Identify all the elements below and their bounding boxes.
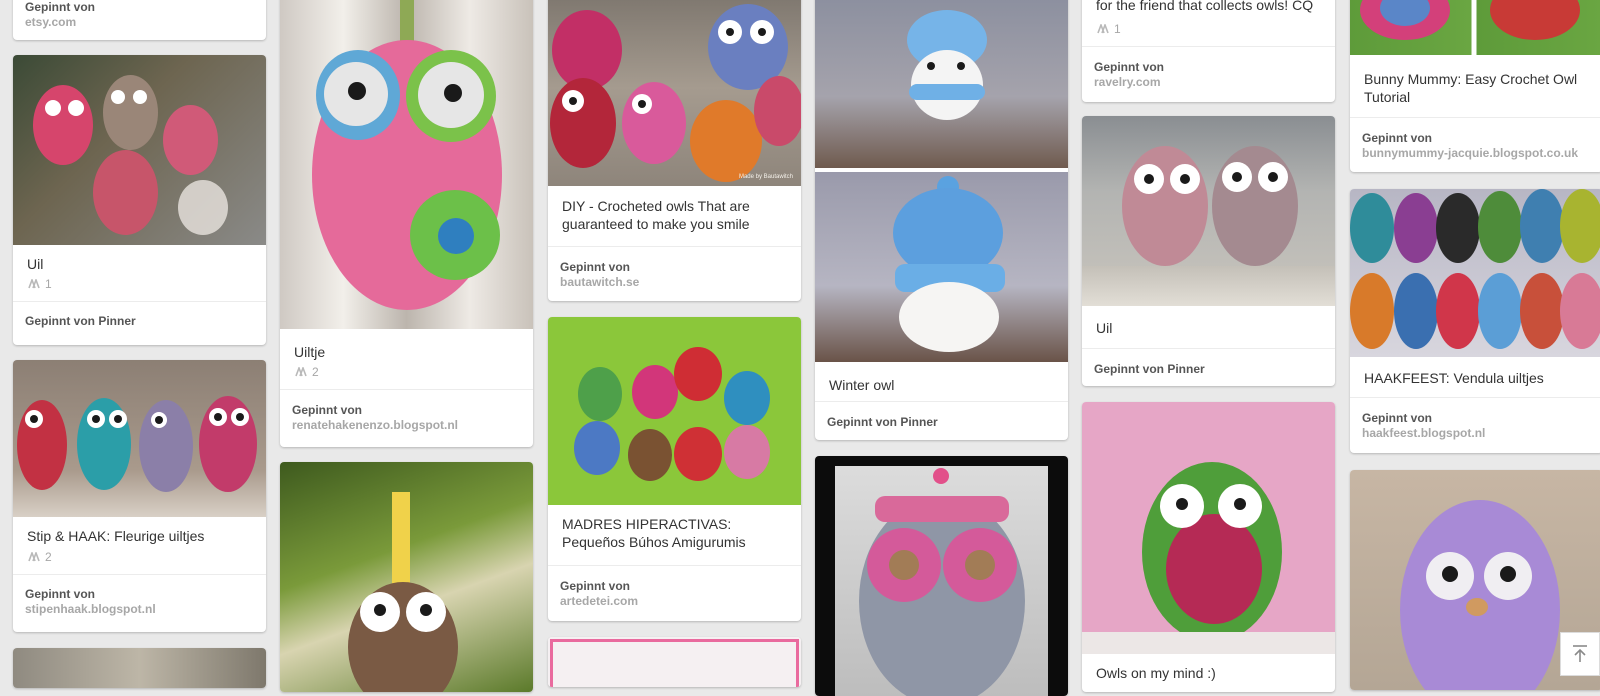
pin-credit: Gepinnt von ravelry.com bbox=[1094, 60, 1325, 90]
pin-image[interactable] bbox=[815, 172, 1068, 362]
divider bbox=[815, 401, 1068, 402]
pin-description: Uil bbox=[27, 256, 44, 272]
repin-count: 2 bbox=[312, 365, 319, 379]
pin-credit: Gepinnt von artedetei.com bbox=[560, 579, 791, 609]
credit-source-link[interactable]: renatehakenenzo.blogspot.nl bbox=[292, 418, 523, 433]
credit-source-link[interactable]: bunnymummy-jacquie.blogspot.co.uk bbox=[1362, 146, 1593, 161]
divider bbox=[1082, 348, 1335, 349]
pin-repin-count: 2 bbox=[27, 550, 52, 564]
pin-card[interactable]: MADRES HIPERACTIVAS: Pequeños Búhos Amig… bbox=[548, 317, 801, 621]
credit-label: Gepinnt von bbox=[560, 260, 630, 274]
pin-description: Uiltje bbox=[294, 344, 326, 360]
pin-card[interactable]: Uiltje 2 Gepinnt von renatehakenenzo.blo… bbox=[280, 0, 533, 447]
pin-icon bbox=[28, 552, 40, 562]
pin-image[interactable] bbox=[548, 637, 801, 687]
credit-source-link[interactable]: ravelry.com bbox=[1094, 75, 1325, 90]
pin-card[interactable]: Made by Bautawitch DIY - Crocheted owls … bbox=[548, 0, 801, 301]
credit-label: Gepinnt von bbox=[25, 587, 95, 601]
pin-card[interactable]: Uil 1 Gepinnt von Pinner bbox=[13, 55, 266, 345]
pin-icon bbox=[28, 279, 40, 289]
pin-credit: Gepinnt von bautawitch.se bbox=[560, 260, 791, 290]
pin-card[interactable]: HAAKFEEST: Vendula uiltjes Gepinnt von h… bbox=[1350, 189, 1600, 453]
image-watermark: Made by Bautawitch bbox=[738, 174, 793, 180]
pin-image[interactable] bbox=[815, 456, 1068, 696]
divider bbox=[1350, 397, 1600, 398]
credit-label: Gepinnt von bbox=[1094, 60, 1164, 74]
pin-description: Owls on my mind :) bbox=[1096, 665, 1216, 681]
pin-card[interactable] bbox=[280, 462, 533, 692]
pin-card[interactable]: Stip & HAAK: Fleurige uiltjes 2 Gepinnt … bbox=[13, 360, 266, 632]
credit-source-link[interactable]: haakfeest.blogspot.nl bbox=[1362, 426, 1593, 441]
pin-credit: Gepinnt von etsy.com bbox=[25, 0, 256, 30]
pin-repin-count: 1 bbox=[27, 277, 52, 291]
pin-card[interactable]: Owls on my mind :) bbox=[1082, 402, 1335, 692]
pin-credit: Gepinnt von bunnymummy-jacquie.blogspot.… bbox=[1362, 131, 1593, 161]
pin-image[interactable] bbox=[1082, 402, 1335, 654]
repin-count: 1 bbox=[1114, 22, 1121, 36]
pin-card[interactable]: Uil Gepinnt von Pinner bbox=[1082, 116, 1335, 386]
credit-label: Gepinnt von bbox=[1362, 411, 1432, 425]
credit-label: Gepinnt von bbox=[1362, 131, 1432, 145]
pin-image[interactable]: Made by Bautawitch bbox=[548, 0, 801, 186]
arrow-up-to-line-icon bbox=[1573, 645, 1587, 662]
divider bbox=[548, 565, 801, 566]
pin-description: DIY - Crocheted owls That are guaranteed… bbox=[562, 198, 750, 232]
pin-card[interactable] bbox=[815, 456, 1068, 696]
pin-image[interactable] bbox=[1350, 189, 1600, 357]
pin-repin-count: 2 bbox=[294, 365, 319, 379]
pin-card[interactable]: for the friend that collects owls! CQ 1 … bbox=[1082, 0, 1335, 102]
pin-description: for the friend that collects owls! CQ bbox=[1096, 0, 1314, 13]
pin-card[interactable] bbox=[548, 637, 801, 687]
pin-image[interactable] bbox=[13, 55, 266, 245]
pin-icon bbox=[295, 367, 307, 377]
pin-description: Bunny Mummy: Easy Crochet Owl Tutorial bbox=[1364, 71, 1578, 105]
pin-description: Stip & HAAK: Fleurige uiltjes bbox=[27, 528, 205, 544]
pin-credit: Gepinnt von Pinner bbox=[1094, 362, 1205, 376]
pin-credit: Gepinnt von haakfeest.blogspot.nl bbox=[1362, 411, 1593, 441]
credit-source-link[interactable]: bautawitch.se bbox=[560, 275, 791, 290]
divider bbox=[13, 301, 266, 302]
pin-image[interactable] bbox=[815, 0, 1068, 168]
pin-credit: Gepinnt von renatehakenenzo.blogspot.nl bbox=[292, 403, 523, 433]
pin-card[interactable]: Winter owl Gepinnt von Pinner bbox=[815, 0, 1068, 440]
repin-count: 2 bbox=[45, 550, 52, 564]
pin-description: Winter owl bbox=[829, 377, 895, 393]
pin-description: Uil bbox=[1096, 320, 1113, 336]
credit-source-link[interactable]: artedetei.com bbox=[560, 594, 791, 609]
repin-count: 1 bbox=[45, 277, 52, 291]
divider bbox=[13, 574, 266, 575]
pin-credit: Gepinnt von Pinner bbox=[25, 314, 136, 328]
divider bbox=[280, 389, 533, 390]
scroll-to-top-button[interactable] bbox=[1560, 632, 1600, 676]
pin-repin-count: 1 bbox=[1096, 22, 1121, 36]
pin-icon bbox=[1097, 24, 1109, 34]
credit-label: Gepinnt von bbox=[25, 0, 95, 14]
credit-source-link[interactable]: stipenhaak.blogspot.nl bbox=[25, 602, 256, 617]
pin-image[interactable] bbox=[1082, 116, 1335, 306]
pin-description: MADRES HIPERACTIVAS: Pequeños Búhos Amig… bbox=[562, 516, 746, 550]
divider bbox=[1350, 117, 1600, 118]
pin-credit: Gepinnt von stipenhaak.blogspot.nl bbox=[25, 587, 256, 617]
pin-image[interactable] bbox=[1350, 0, 1600, 55]
pin-image[interactable] bbox=[13, 360, 266, 517]
pin-description: HAAKFEEST: Vendula uiltjes bbox=[1364, 370, 1544, 386]
pin-image[interactable] bbox=[13, 648, 266, 688]
pin-card[interactable]: Gepinnt von etsy.com bbox=[13, 0, 266, 40]
credit-label: Gepinnt von bbox=[292, 403, 362, 417]
pin-card[interactable]: Bunny Mummy: Easy Crochet Owl Tutorial G… bbox=[1350, 0, 1600, 172]
pin-image[interactable] bbox=[280, 462, 533, 692]
divider bbox=[548, 246, 801, 247]
credit-source-link[interactable]: etsy.com bbox=[25, 15, 256, 30]
pin-card[interactable] bbox=[13, 648, 266, 688]
credit-label: Gepinnt von bbox=[560, 579, 630, 593]
pin-credit: Gepinnt von Pinner bbox=[827, 415, 938, 429]
pin-image[interactable] bbox=[280, 0, 533, 329]
divider bbox=[1082, 46, 1335, 47]
pin-image[interactable] bbox=[548, 317, 801, 505]
